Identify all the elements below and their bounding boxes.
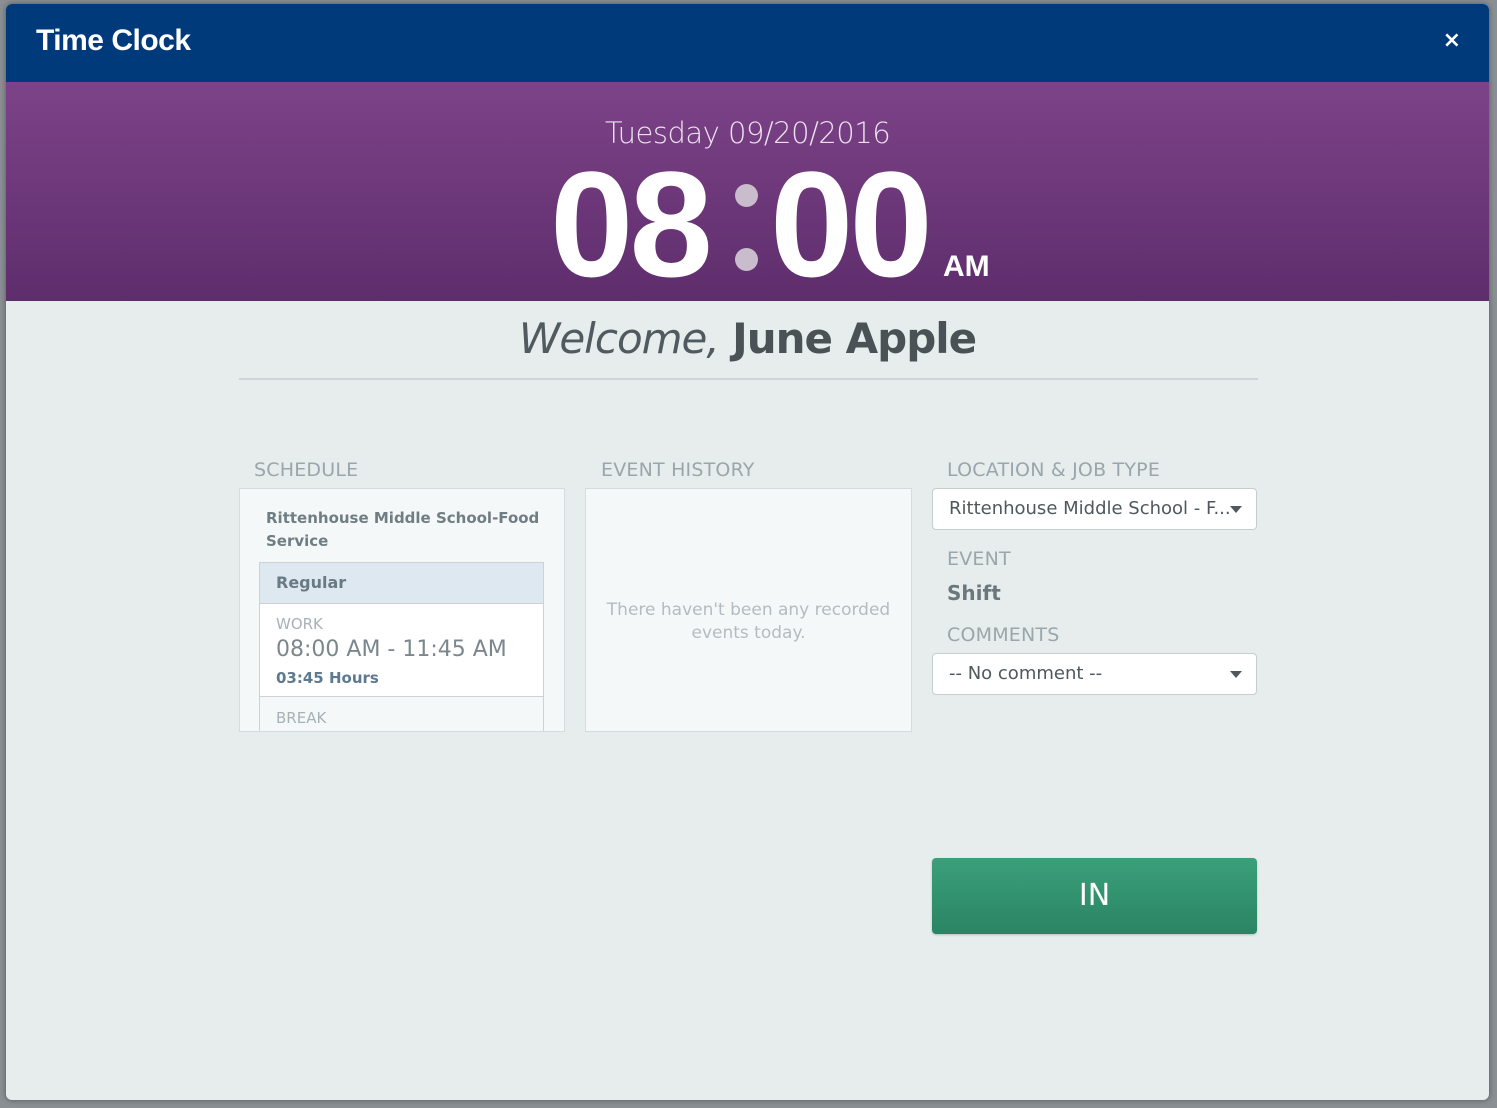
event-history-panel: There haven't been any recorded events t… (585, 488, 912, 732)
schedule-type: Regular (260, 563, 543, 604)
event-value: Shift (947, 581, 1001, 605)
clock-banner: Tuesday 09/20/2016 08 00 AM (6, 82, 1489, 301)
work-time: 08:00 AM - 11:45 AM (276, 637, 507, 662)
time-hours: 08 (550, 140, 713, 308)
colon-dot-bottom (735, 248, 758, 271)
title-bar: Time Clock × (6, 4, 1489, 82)
time-minutes: 00 (770, 140, 933, 308)
comments-label: COMMENTS (947, 624, 1060, 646)
window-title: Time Clock (36, 24, 191, 57)
work-label: WORK (276, 615, 323, 633)
location-job-selected: Rittenhouse Middle School - F... (949, 498, 1231, 519)
chevron-down-icon (1230, 506, 1242, 513)
welcome-greeting: Welcome, (518, 314, 720, 363)
event-label: EVENT (947, 548, 1011, 570)
user-name: June Apple (732, 314, 977, 363)
comments-select[interactable]: -- No comment -- (932, 653, 1257, 695)
time-ampm: AM (943, 250, 990, 283)
schedule-location: Rittenhouse Middle School-Food Service (266, 509, 540, 550)
event-history-empty-message: There haven't been any recorded events t… (606, 600, 891, 643)
event-history-label: EVENT HISTORY (601, 459, 755, 481)
location-job-label: LOCATION & JOB TYPE (947, 459, 1161, 481)
schedule-label: SCHEDULE (254, 459, 359, 481)
schedule-panel[interactable]: Rittenhouse Middle School-Food Service R… (239, 488, 565, 732)
clock-in-button[interactable]: IN (932, 858, 1257, 934)
current-date: Tuesday 09/20/2016 (604, 116, 891, 150)
current-time: 08 00 AM (6, 140, 1489, 308)
time-clock-modal: Time Clock × Tuesday 09/20/2016 08 00 AM… (6, 4, 1489, 1100)
welcome-heading: Welcome, June Apple (6, 314, 1489, 363)
welcome-divider (239, 378, 1258, 380)
schedule-entry: Regular WORK 08:00 AM - 11:45 AM 03:45 H… (259, 562, 544, 731)
break-label: BREAK (276, 709, 327, 727)
close-icon[interactable]: × (1443, 28, 1461, 53)
chevron-down-icon (1230, 671, 1242, 678)
comments-selected: -- No comment -- (949, 663, 1103, 684)
break-row: BREAK (260, 696, 543, 731)
work-hours: 03:45 Hours (276, 669, 379, 687)
colon-dot-top (735, 184, 758, 207)
location-job-select[interactable]: Rittenhouse Middle School - F... (932, 488, 1257, 530)
